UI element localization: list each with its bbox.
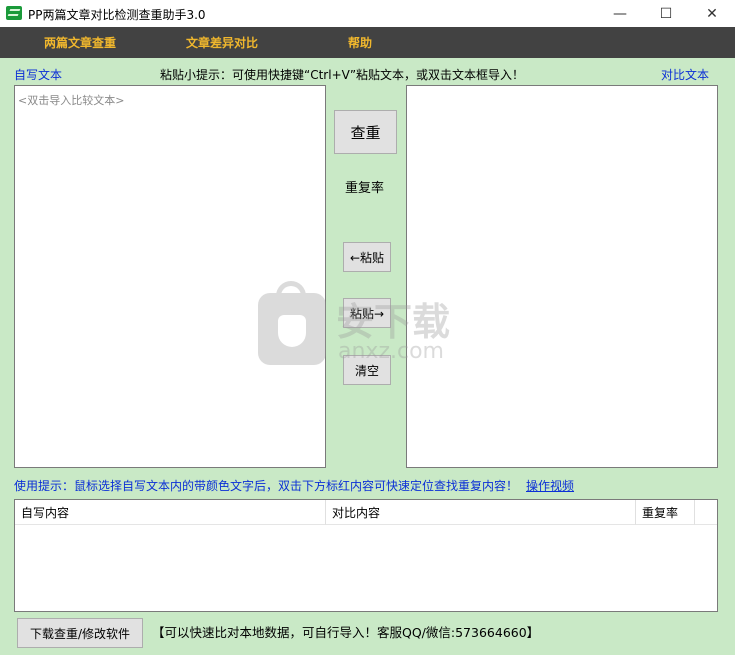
results-table[interactable]: 自写内容 对比内容 重复率 bbox=[14, 499, 718, 612]
menu-item-help[interactable]: 帮助 bbox=[348, 34, 372, 51]
paste-left-button[interactable]: ←粘贴 bbox=[343, 242, 391, 272]
watermark-subtext: anxz.com bbox=[338, 339, 444, 364]
minimize-button[interactable]: — bbox=[597, 0, 643, 27]
watermark-text: 安下载 bbox=[336, 300, 451, 344]
check-button[interactable]: 查重 bbox=[334, 110, 397, 154]
watermark: 安下载 anxz.com bbox=[258, 281, 468, 375]
watermark-bag-icon bbox=[258, 281, 326, 365]
window-title: PP两篇文章对比检测查重助手3.0 bbox=[28, 8, 206, 22]
menu-bar: 两篇文章查重 文章差异对比 帮助 bbox=[0, 27, 735, 58]
app-icon bbox=[6, 6, 22, 20]
video-link[interactable]: 操作视频 bbox=[526, 477, 574, 494]
download-button[interactable]: 下载查重/修改软件 bbox=[17, 618, 143, 648]
usage-hint: 使用提示：鼠标选择自写文本内的带颜色文字后，双击下方标红内容可快速定位查找重复内… bbox=[14, 479, 519, 493]
menu-item-two-article-check[interactable]: 两篇文章查重 bbox=[44, 34, 116, 51]
title-bar: PP两篇文章对比检测查重助手3.0 — ☐ ✕ bbox=[0, 0, 735, 27]
right-text-label: 对比文本 bbox=[661, 68, 710, 82]
right-text-input[interactable] bbox=[406, 85, 718, 468]
maximize-button[interactable]: ☐ bbox=[643, 0, 689, 27]
bottom-note: 【可以快速比对本地数据，可自行导入！客服QQ/微信:573664660】 bbox=[152, 625, 540, 640]
column-header-filler bbox=[695, 500, 717, 525]
paste-hint: 粘贴小提示：可使用快捷键“Ctrl+V”粘贴文本，或双击文本框导入！ bbox=[160, 68, 525, 82]
left-text-placeholder: <双击导入比较文本> bbox=[18, 94, 125, 107]
left-text-input[interactable]: <双击导入比较文本> bbox=[14, 85, 326, 468]
column-header-rate[interactable]: 重复率 bbox=[636, 500, 695, 525]
close-button[interactable]: ✕ bbox=[689, 0, 735, 27]
rate-label: 重复率 bbox=[345, 181, 385, 196]
column-header-self[interactable]: 自写内容 bbox=[15, 500, 326, 525]
column-header-compare[interactable]: 对比内容 bbox=[326, 500, 636, 525]
menu-item-diff-compare[interactable]: 文章差异对比 bbox=[186, 34, 258, 51]
left-text-label: 自写文本 bbox=[14, 68, 63, 82]
watermark-shield-icon bbox=[278, 315, 306, 347]
